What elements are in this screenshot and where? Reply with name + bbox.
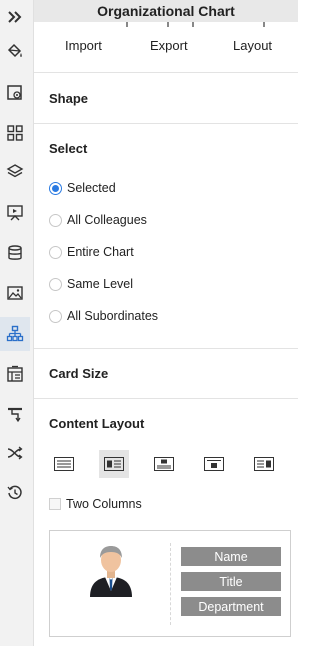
radio-label: All Colleagues: [67, 213, 147, 227]
connector-button[interactable]: [0, 397, 30, 431]
radio-button[interactable]: [49, 277, 62, 291]
shuffle-button[interactable]: [0, 436, 30, 470]
panel-toolbar: Import Export Layout: [34, 30, 298, 66]
person-avatar-icon: [90, 546, 132, 597]
data-button[interactable]: [0, 236, 30, 270]
content-layout-section-title: Content Layout: [49, 416, 145, 431]
two-columns-label: Two Columns: [66, 497, 142, 511]
preview-separator: [170, 543, 171, 625]
divider: [34, 72, 298, 73]
photo-top-layout-icon: [154, 457, 174, 471]
radio-same-level[interactable]: Same Level: [49, 275, 133, 293]
radio-label: All Subordinates: [67, 309, 159, 323]
connector-icon: [8, 407, 22, 423]
radio-all-colleagues[interactable]: All Colleagues: [49, 211, 147, 229]
presentation-button[interactable]: [0, 196, 30, 230]
title-field: Title: [181, 572, 281, 591]
left-toolbar: [0, 0, 34, 646]
database-icon: [8, 245, 22, 260]
org-chart-button[interactable]: [0, 317, 30, 351]
presentation-icon: [7, 205, 23, 221]
text-lines-icon: [54, 457, 74, 471]
photo-center-layout-icon: [204, 457, 224, 471]
symbols-button[interactable]: [0, 116, 30, 150]
radio-button[interactable]: [49, 309, 62, 323]
layers-button[interactable]: [0, 155, 30, 189]
name-field: Name: [181, 547, 281, 566]
divider: [34, 123, 298, 124]
layout-option-photo-top[interactable]: [149, 450, 179, 478]
image-button[interactable]: [0, 276, 30, 310]
layers-icon: [6, 164, 24, 178]
divider: [34, 348, 298, 349]
paint-bucket-icon: [7, 43, 22, 58]
panel-title: Organizational Chart: [34, 0, 298, 22]
radio-label: Selected: [67, 181, 116, 195]
card-preview: Name Title Department: [49, 530, 291, 637]
radio-button[interactable]: [49, 245, 62, 259]
layout-option-photo-right[interactable]: [249, 450, 279, 478]
radio-entire-chart[interactable]: Entire Chart: [49, 243, 134, 261]
org-chart-panel: Organizational Chart Import Export Layou…: [34, 0, 298, 646]
photo-left-layout-icon: [104, 457, 124, 471]
layout-button[interactable]: [0, 357, 30, 391]
title-decoration: [34, 22, 298, 28]
layout-option-text-only[interactable]: [49, 450, 79, 478]
radio-label: Entire Chart: [67, 245, 134, 259]
radio-label: Same Level: [67, 277, 134, 291]
department-field: Department: [181, 597, 281, 616]
history-icon: [7, 485, 22, 500]
chevrons-right-icon: [8, 11, 22, 23]
history-button[interactable]: [0, 476, 30, 510]
page-setup-button[interactable]: [0, 76, 30, 110]
radio-button[interactable]: [49, 181, 62, 195]
select-section-title: Select: [49, 141, 88, 156]
symbol-grid-icon: [7, 125, 23, 141]
layout-icon: [7, 365, 23, 382]
divider: [34, 398, 298, 399]
radio-selected[interactable]: Selected: [49, 179, 116, 197]
fill-button[interactable]: [0, 34, 30, 68]
org-chart-icon: [6, 325, 24, 342]
image-icon: [7, 286, 23, 300]
export-button[interactable]: Export: [150, 38, 188, 53]
two-columns-checkbox[interactable]: [49, 498, 61, 510]
card-size-section-title[interactable]: Card Size: [49, 366, 108, 381]
radio-all-subordinates[interactable]: All Subordinates: [49, 307, 158, 325]
shape-section-title[interactable]: Shape: [49, 91, 88, 106]
layout-option-photo-left[interactable]: [99, 450, 129, 478]
page-setup-icon: [7, 85, 22, 100]
import-button[interactable]: Import: [65, 38, 102, 53]
photo-right-layout-icon: [254, 457, 274, 471]
layout-menu-button[interactable]: Layout: [233, 38, 272, 53]
radio-button[interactable]: [49, 213, 62, 227]
layout-option-photo-center[interactable]: [199, 450, 229, 478]
shuffle-icon: [7, 446, 23, 460]
expand-panel-button[interactable]: [0, 0, 30, 34]
two-columns-option[interactable]: Two Columns: [49, 495, 142, 513]
